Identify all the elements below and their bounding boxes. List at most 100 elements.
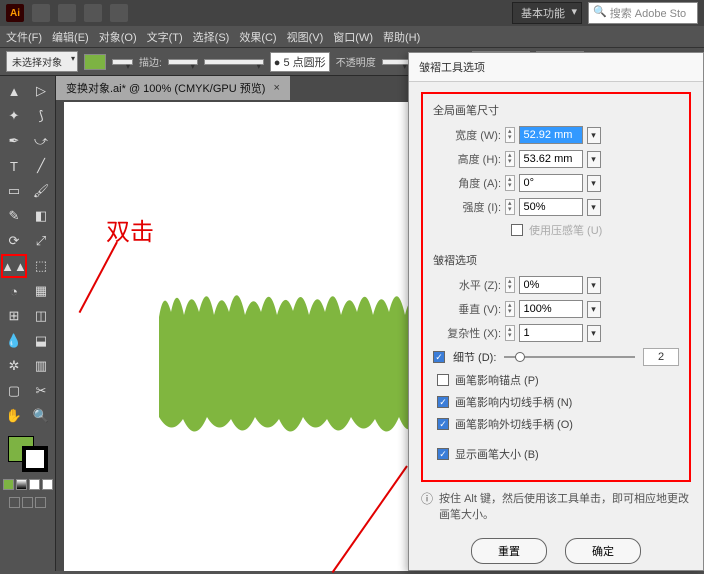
gradient-tool[interactable]: ◫: [29, 305, 53, 327]
hint-row: ⓘ 按住 Alt 键，然后使用该工具单击，即可相应地更改画笔大小。: [421, 490, 691, 522]
menu-effect[interactable]: 效果(C): [239, 29, 276, 45]
menu-bar: 文件(F) 编辑(E) 对象(O) 文字(T) 选择(S) 效果(C) 视图(V…: [0, 26, 704, 48]
rotate-tool[interactable]: ⟳: [2, 230, 26, 252]
grass-artwork[interactable]: [159, 277, 419, 447]
brush-dd[interactable]: ● 5 点圆形: [270, 52, 330, 72]
height-spinner[interactable]: ▴▾: [505, 151, 515, 167]
horiz-dd[interactable]: ▾: [587, 277, 601, 294]
showsize-checkbox[interactable]: ✓: [437, 448, 449, 460]
stroke-profile[interactable]: [204, 59, 264, 65]
pressure-label: 使用压感笔 (U): [529, 222, 602, 238]
detail-value[interactable]: 2: [643, 348, 679, 366]
graph-tool[interactable]: ▥: [29, 355, 53, 377]
vert-label: 垂直 (V):: [433, 301, 501, 317]
intan-checkbox[interactable]: ✓: [437, 396, 449, 408]
free-transform-tool[interactable]: ⬚: [29, 255, 53, 277]
menu-help[interactable]: 帮助(H): [383, 29, 420, 45]
misc-icon[interactable]: [110, 4, 128, 22]
horiz-spinner[interactable]: ▴▾: [505, 277, 515, 293]
mesh-tool[interactable]: ⊞: [2, 305, 26, 327]
artboard-tool[interactable]: ▢: [2, 380, 26, 402]
fill-dd[interactable]: [112, 59, 133, 65]
blend-tool[interactable]: ⬓: [29, 330, 53, 352]
menu-view[interactable]: 视图(V): [287, 29, 324, 45]
zoom-tool[interactable]: 🔍: [29, 405, 53, 427]
tab-title: 变换对象.ai* @ 100% (CMYK/GPU 预览): [66, 80, 265, 96]
vert-dd[interactable]: ▾: [587, 301, 601, 318]
detail-label: 细节 (D):: [453, 349, 496, 365]
selection-status[interactable]: 未选择对象: [6, 51, 78, 72]
direct-select-tool[interactable]: ▷: [29, 80, 53, 102]
pen-tool[interactable]: ✒: [2, 130, 26, 152]
horiz-label: 水平 (Z):: [433, 277, 501, 293]
intensity-dd[interactable]: ▾: [587, 199, 601, 216]
menu-file[interactable]: 文件(F): [6, 29, 42, 45]
document-tab[interactable]: 变换对象.ai* @ 100% (CMYK/GPU 预览) ×: [56, 76, 290, 100]
rectangle-tool[interactable]: ▭: [2, 180, 26, 202]
intensity-label: 强度 (I):: [433, 199, 501, 215]
width-label: 宽度 (W):: [433, 127, 501, 143]
color-mode-row[interactable]: [2, 479, 53, 490]
symbol-sprayer-tool[interactable]: ✲: [2, 355, 26, 377]
vert-input[interactable]: [519, 300, 583, 318]
height-dd[interactable]: ▾: [587, 151, 601, 168]
fill-swatch[interactable]: [84, 54, 106, 70]
close-icon[interactable]: ×: [273, 82, 279, 94]
stroke-weight[interactable]: [168, 59, 198, 65]
type-tool[interactable]: T: [2, 155, 26, 177]
complex-input[interactable]: [519, 324, 583, 342]
eyedropper-tool[interactable]: 💧: [2, 330, 26, 352]
width-dd[interactable]: ▾: [587, 127, 601, 144]
detail-slider[interactable]: [504, 356, 635, 358]
info-icon: ⓘ: [421, 490, 433, 522]
menu-object[interactable]: 对象(O): [99, 29, 137, 45]
fill-stroke-swatch[interactable]: [2, 434, 53, 474]
height-input[interactable]: [519, 150, 583, 168]
eraser-tool[interactable]: ◧: [29, 205, 53, 227]
stock-icon[interactable]: [58, 4, 76, 22]
menu-type[interactable]: 文字(T): [147, 29, 183, 45]
angle-dd[interactable]: ▾: [587, 175, 601, 192]
selection-tool[interactable]: ▲: [2, 80, 26, 102]
intensity-spinner[interactable]: ▴▾: [505, 199, 515, 215]
brush-tool[interactable]: 🖌: [29, 180, 53, 202]
shape-builder-tool[interactable]: ◔: [2, 280, 26, 302]
search-input[interactable]: 🔍搜索 Adobe Sto: [588, 2, 698, 24]
anchor-checkbox[interactable]: [437, 374, 449, 386]
menu-select[interactable]: 选择(S): [193, 29, 230, 45]
wrinkle-options-dialog: 皱褶工具选项 全局画笔尺寸 宽度 (W):▴▾▾ 高度 (H):▴▾▾ 角度 (…: [408, 52, 704, 571]
scale-tool[interactable]: ⤢: [29, 230, 53, 252]
angle-spinner[interactable]: ▴▾: [505, 175, 515, 191]
line-tool[interactable]: ╱: [29, 155, 53, 177]
detail-checkbox[interactable]: ✓: [433, 351, 445, 363]
complex-label: 复杂性 (X):: [433, 325, 501, 341]
wrinkle-tool[interactable]: ▲▲: [2, 255, 26, 277]
horiz-input[interactable]: [519, 276, 583, 294]
width-spinner[interactable]: ▴▾: [505, 127, 515, 143]
menu-edit[interactable]: 编辑(E): [52, 29, 89, 45]
workspace-dropdown[interactable]: 基本功能: [512, 2, 582, 24]
bridge-icon[interactable]: [32, 4, 50, 22]
width-input[interactable]: [519, 126, 583, 144]
arrange-icon[interactable]: [84, 4, 102, 22]
angle-input[interactable]: [519, 174, 583, 192]
complex-spinner[interactable]: ▴▾: [505, 325, 515, 341]
outtan-checkbox[interactable]: ✓: [437, 418, 449, 430]
curvature-tool[interactable]: ⤻: [29, 130, 53, 152]
ok-button[interactable]: 确定: [565, 538, 641, 564]
opacity-dd[interactable]: [382, 59, 410, 65]
reset-button[interactable]: 重置: [471, 538, 547, 564]
menu-window[interactable]: 窗口(W): [333, 29, 373, 45]
screen-mode-row[interactable]: [2, 497, 53, 508]
intensity-input[interactable]: [519, 198, 583, 216]
hand-tool[interactable]: ✋: [2, 405, 26, 427]
complex-dd[interactable]: ▾: [587, 325, 601, 342]
perspective-tool[interactable]: ▦: [29, 280, 53, 302]
magic-wand-tool[interactable]: ✦: [2, 105, 26, 127]
vert-spinner[interactable]: ▴▾: [505, 301, 515, 317]
hint-text: 按住 Alt 键，然后使用该工具单击，即可相应地更改画笔大小。: [439, 490, 691, 522]
global-brush-section: 全局画笔尺寸: [433, 102, 679, 118]
shaper-tool[interactable]: ✎: [2, 205, 26, 227]
lasso-tool[interactable]: ⟆: [29, 105, 53, 127]
slice-tool[interactable]: ✂: [29, 380, 53, 402]
